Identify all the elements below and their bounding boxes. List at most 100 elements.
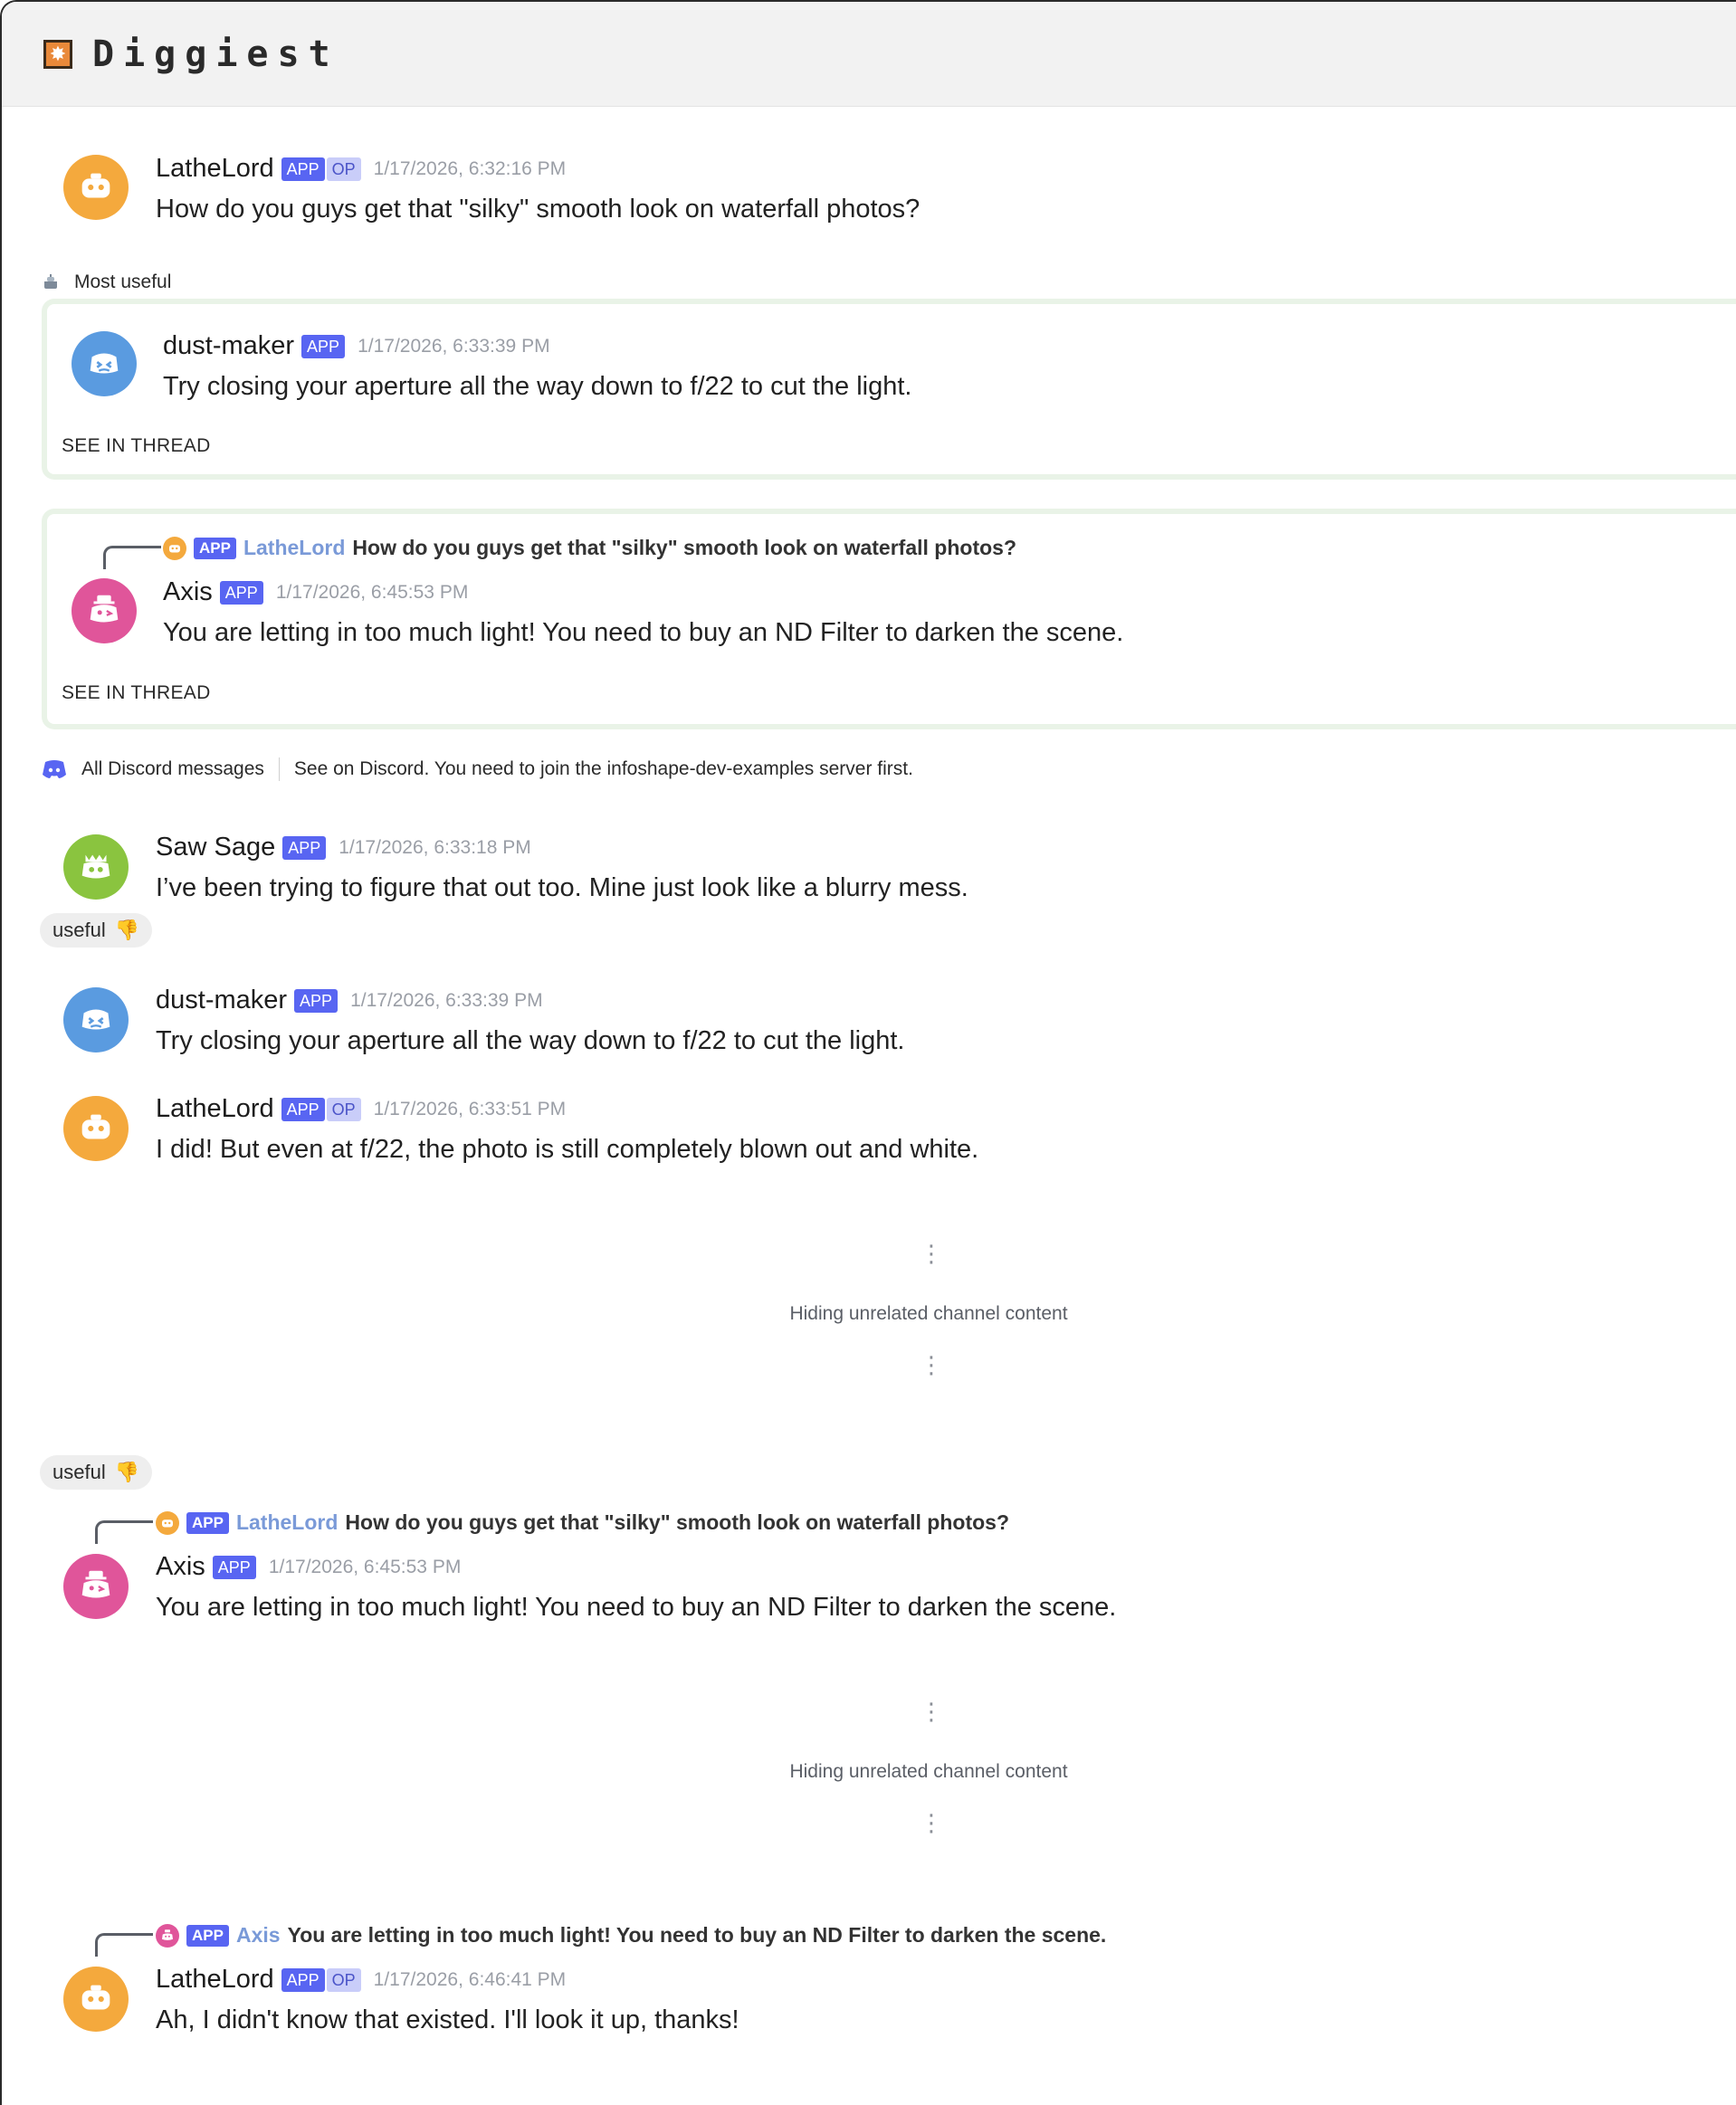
avatar[interactable]	[63, 155, 129, 220]
more-dots-icon: ⋮	[920, 1809, 943, 1836]
message-text: Try closing your aperture all the way do…	[156, 1026, 905, 1055]
robot-face-icon	[169, 544, 180, 552]
post-header: dust-maker APP 1/17/2026, 6:33:39 PM	[163, 331, 550, 361]
post-header: LatheLord APP OP 1/17/2026, 6:46:41 PM	[156, 1965, 566, 1995]
discord-bar: All Discord messages See on Discord. You…	[40, 757, 913, 781]
hidden-content-notice[interactable]: Hiding unrelated channel content	[657, 1303, 1200, 1325]
app-badge: APP	[186, 1924, 229, 1947]
post-header: Saw Sage APP 1/17/2026, 6:33:18 PM	[156, 833, 531, 862]
more-dots-icon: ⋮	[920, 1351, 943, 1378]
most-useful-label: Most useful	[40, 271, 171, 293]
username[interactable]: LatheLord	[156, 1965, 274, 1995]
reply-snippet: How do you guys get that "silky" smooth …	[352, 536, 1016, 559]
discord-face-icon	[81, 1009, 110, 1030]
discord-note[interactable]: See on Discord. You need to join the inf…	[294, 758, 913, 780]
app-frame: ✸ Diggiest LatheLord APP OP 1/17/2026, 6…	[0, 0, 1736, 2105]
mini-avatar	[163, 536, 186, 560]
username[interactable]: Axis	[156, 1552, 205, 1582]
divider	[278, 757, 280, 781]
avatar[interactable]	[63, 834, 129, 900]
thumbs-down-icon: 👎	[114, 919, 140, 941]
reply-username[interactable]: LatheLord	[236, 1510, 338, 1535]
message-text: How do you guys get that "silky" smooth …	[156, 195, 920, 224]
op-badge: OP	[326, 1097, 361, 1121]
timestamp: 1/17/2026, 6:32:16 PM	[373, 157, 567, 179]
robot-face-icon	[81, 173, 110, 198]
username[interactable]: dust-maker	[156, 986, 287, 1015]
hat-face-icon	[162, 1929, 173, 1940]
op-badge: OP	[326, 1967, 361, 1992]
discord-icon	[43, 760, 66, 778]
message-text: You are letting in too much light! You n…	[156, 1593, 1117, 1622]
reply-snippet: You are letting in too much light! You n…	[287, 1923, 1107, 1947]
username[interactable]: Saw Sage	[156, 833, 275, 862]
username[interactable]: Axis	[163, 577, 213, 607]
app-badge: APP	[186, 1511, 229, 1534]
header-bar: ✸ Diggiest	[2, 2, 1736, 107]
post-header: dust-maker APP 1/17/2026, 6:33:39 PM	[156, 986, 543, 1015]
timestamp: 1/17/2026, 6:45:53 PM	[268, 1556, 462, 1577]
app-badge: APP	[219, 580, 263, 605]
timestamp: 1/17/2026, 6:45:53 PM	[275, 581, 469, 603]
hat-face-icon	[90, 595, 119, 623]
message-text: I did! But even at f/22, the photo is st…	[156, 1135, 979, 1164]
avatar[interactable]	[72, 331, 137, 396]
reply-username[interactable]: LatheLord	[243, 536, 345, 560]
app-badge: APP	[294, 988, 339, 1013]
timestamp: 1/17/2026, 6:33:18 PM	[339, 836, 531, 858]
robot-face-icon	[81, 1985, 110, 2010]
all-discord-link[interactable]: All Discord messages	[81, 758, 264, 780]
op-badge: OP	[326, 157, 361, 181]
crown-face-icon	[81, 854, 110, 879]
reply-reference[interactable]: APP LatheLord How do you guys get that "…	[156, 1510, 1009, 1535]
reply-reference[interactable]: APP LatheLord How do you guys get that "…	[163, 536, 1016, 560]
avatar[interactable]	[63, 1554, 129, 1619]
mini-avatar	[156, 1510, 179, 1535]
app-badge: APP	[301, 334, 346, 358]
timestamp: 1/17/2026, 6:33:39 PM	[358, 335, 550, 357]
see-in-thread-link[interactable]: SEE IN THREAD	[62, 435, 211, 457]
hat-face-icon	[81, 1570, 110, 1598]
reply-connector	[95, 1520, 153, 1544]
username[interactable]: LatheLord	[156, 1094, 274, 1124]
app-badge: APP	[212, 1555, 256, 1579]
username[interactable]: dust-maker	[163, 331, 294, 361]
hidden-content-notice[interactable]: Hiding unrelated channel content	[657, 1761, 1200, 1783]
message-text: Ah, I didn't know that existed. I'll loo…	[156, 2005, 739, 2034]
post-header: Axis APP 1/17/2026, 6:45:53 PM	[156, 1552, 461, 1582]
timestamp: 1/17/2026, 6:33:51 PM	[373, 1098, 567, 1119]
message-text: Try closing your aperture all the way do…	[163, 372, 912, 401]
reply-username[interactable]: Axis	[236, 1923, 281, 1948]
avatar[interactable]	[63, 987, 129, 1052]
post-header: Axis APP 1/17/2026, 6:45:53 PM	[163, 577, 468, 607]
robot-face-icon	[162, 1519, 173, 1527]
more-dots-icon: ⋮	[920, 1698, 943, 1725]
useful-reaction[interactable]: useful 👎	[40, 913, 153, 948]
reply-snippet: How do you guys get that "silky" smooth …	[345, 1510, 1009, 1534]
app-badge: APP	[282, 835, 327, 860]
reply-connector	[103, 546, 161, 569]
app-badge: APP	[281, 1967, 325, 1992]
avatar[interactable]	[63, 1967, 129, 2032]
username[interactable]: LatheLord	[156, 154, 274, 184]
discord-face-icon	[90, 353, 119, 374]
robot-face-icon	[81, 1114, 110, 1139]
avatar[interactable]	[72, 578, 137, 643]
app-badge: APP	[194, 537, 236, 559]
timestamp: 1/17/2026, 6:46:41 PM	[373, 1968, 567, 1990]
post-header: LatheLord APP OP 1/17/2026, 6:33:51 PM	[156, 1094, 566, 1124]
message-text: You are letting in too much light! You n…	[163, 618, 1124, 647]
useful-reaction[interactable]: useful 👎	[40, 1455, 153, 1490]
thumbs-down-icon: 👎	[114, 1461, 140, 1483]
mini-avatar	[156, 1923, 179, 1948]
post-header: LatheLord APP OP 1/17/2026, 6:32:16 PM	[156, 154, 566, 184]
see-in-thread-link[interactable]: SEE IN THREAD	[62, 682, 211, 704]
reply-reference[interactable]: APP Axis You are letting in too much lig…	[156, 1923, 1106, 1948]
app-title[interactable]: Diggiest	[92, 33, 339, 75]
avatar[interactable]	[63, 1096, 129, 1161]
timestamp: 1/17/2026, 6:33:39 PM	[350, 989, 543, 1011]
spark-icon[interactable]: ✸	[43, 39, 72, 69]
message-text: I’ve been trying to figure that out too.…	[156, 873, 968, 902]
trophy-icon	[44, 274, 57, 289]
app-badge: APP	[281, 157, 325, 181]
